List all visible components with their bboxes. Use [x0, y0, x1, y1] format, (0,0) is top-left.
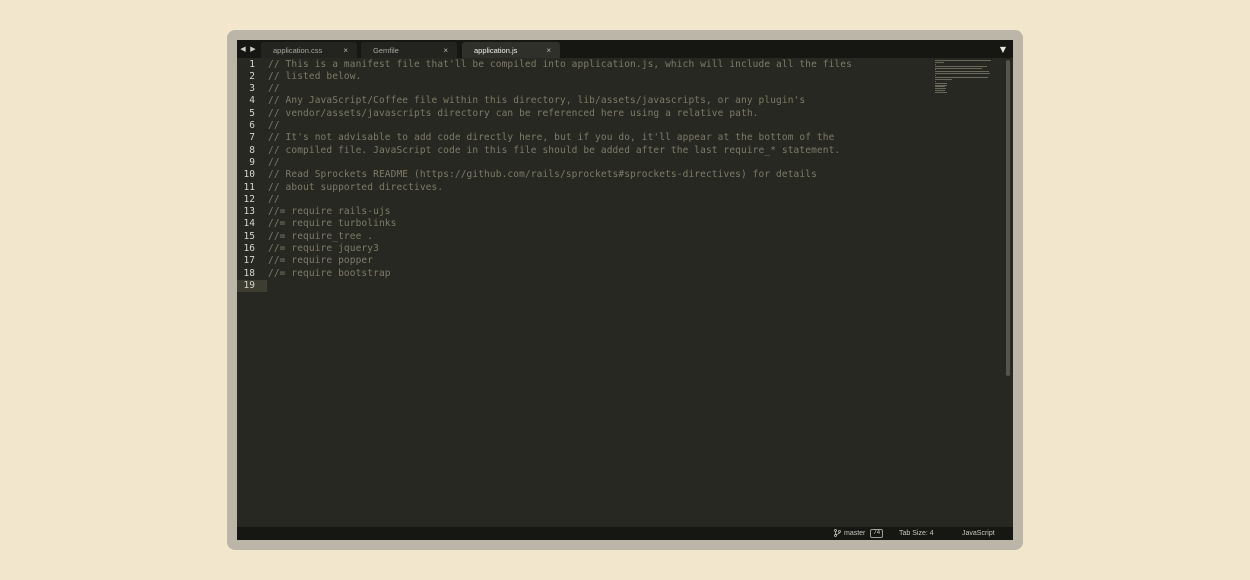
line-number: 9	[249, 156, 255, 168]
minimap-line	[935, 80, 937, 82]
minimap-line	[935, 60, 991, 61]
line-number: 1	[249, 58, 255, 70]
tab-label: application.js	[474, 45, 518, 55]
close-icon[interactable]: ×	[343, 42, 348, 58]
close-icon[interactable]: ×	[546, 42, 551, 58]
code-line[interactable]: 16 //= require jquery3	[237, 243, 937, 255]
editor-window: ◀ ▶ application.css × Gemfile × applicat…	[237, 40, 1013, 540]
minimap-line	[935, 84, 948, 86]
tab-application-css[interactable]: application.css ×	[261, 42, 357, 58]
code-line[interactable]: 14 //= require turbolinks	[237, 218, 937, 230]
line-number: 16	[243, 243, 255, 254]
code-line[interactable]: 18 //= require bootstrap	[237, 268, 937, 280]
tab-gemfile[interactable]: Gemfile ×	[361, 42, 457, 58]
code-line[interactable]: 2 // listed below.	[237, 71, 937, 83]
code-line[interactable]: 13 //= require rails-ujs	[237, 206, 937, 218]
code-line[interactable]: 19	[237, 279, 267, 293]
back-arrow-icon[interactable]: ◀	[239, 45, 247, 53]
git-branch-icon	[834, 528, 841, 539]
code-line[interactable]: 7 // It's not advisable to add code direc…	[237, 132, 937, 144]
code-line[interactable]: 3 //	[237, 83, 937, 95]
tab-bar: ◀ ▶ application.css × Gemfile × applicat…	[237, 40, 1013, 58]
code-text: //= require bootstrap	[268, 267, 391, 279]
line-number: 12	[243, 193, 255, 205]
line-number: 6	[249, 120, 255, 131]
line-number: 14	[243, 218, 255, 230]
code-line[interactable]: 15 //= require_tree .	[237, 231, 937, 243]
minimap-line	[935, 61, 944, 63]
code-line[interactable]: 9 //	[237, 157, 937, 169]
line-number: 7	[249, 132, 255, 144]
line-number: 5	[249, 107, 255, 119]
minimap-line	[935, 92, 947, 94]
line-number: 8	[249, 144, 255, 156]
code-text: //= require rails-ujs	[268, 206, 391, 218]
code-line[interactable]: 17 //= require popper	[237, 255, 937, 267]
status-bar: master 74 Tab Size: 4 JavaScript	[237, 527, 1013, 540]
minimap-line	[935, 71, 990, 73]
minimap-line	[935, 73, 990, 75]
tab-label: application.css	[273, 45, 323, 55]
tab-application-js[interactable]: application.js ×	[462, 42, 560, 58]
code-text: // It's not advisable to add code direct…	[268, 132, 835, 144]
line-number: 18	[243, 267, 255, 279]
code-editor[interactable]: 1 // This is a manifest file that'll be c…	[237, 58, 1013, 527]
git-branch-status[interactable]: master 74	[834, 527, 884, 540]
minimap-line	[935, 69, 937, 71]
line-number: 15	[243, 230, 255, 242]
line-number: 10	[243, 169, 255, 181]
line-number: 3	[249, 83, 255, 95]
code-text: // about supported directives.	[268, 181, 444, 193]
minimap-line	[935, 75, 937, 77]
minimap[interactable]	[935, 60, 993, 94]
code-line[interactable]: 4 // Any JavaScript/Coffee file within th…	[237, 95, 937, 107]
minimap-line	[935, 65, 987, 67]
code-text: //	[268, 83, 280, 95]
code-text: //= require turbolinks	[268, 218, 397, 230]
code-text: // This is a manifest file that'll be co…	[268, 58, 852, 70]
tab-nav: ◀ ▶	[239, 40, 259, 58]
code-text: //= require jquery3	[268, 243, 379, 254]
code-line[interactable]: 10 // Read Sprockets README (https://gith…	[237, 169, 937, 181]
code-line[interactable]: 5 // vendor/assets/javascripts directory …	[237, 108, 937, 120]
code-line[interactable]: 12 //	[237, 194, 937, 206]
code-text: // compiled file. JavaScript code in thi…	[268, 144, 841, 156]
forward-arrow-icon[interactable]: ▶	[249, 45, 257, 53]
code-text: // vendor/assets/javascripts directory c…	[268, 107, 759, 119]
minimap-line	[935, 90, 946, 92]
branch-badge: 74	[870, 529, 884, 538]
vertical-scrollbar[interactable]	[1006, 60, 1010, 376]
code-line[interactable]: 11 // about supported directives.	[237, 182, 937, 194]
minimap-line	[935, 67, 983, 69]
syntax-indicator[interactable]: JavaScript	[962, 527, 995, 540]
minimap-line	[935, 86, 946, 88]
line-number: 17	[243, 255, 255, 267]
code-line[interactable]: 1 // This is a manifest file that'll be c…	[237, 59, 937, 71]
tab-label: Gemfile	[373, 45, 399, 55]
line-number: 4	[249, 95, 255, 107]
minimap-line	[935, 82, 947, 84]
line-number: 2	[249, 70, 255, 82]
minimap-line	[935, 78, 952, 80]
close-icon[interactable]: ×	[443, 42, 448, 58]
code-line[interactable]: 8 // compiled file. JavaScript code in th…	[237, 145, 937, 157]
minimap-line	[935, 88, 946, 90]
line-number: 19	[243, 279, 255, 291]
dropdown-icon[interactable]: ▼	[1000, 40, 1006, 58]
line-number: 13	[243, 206, 255, 218]
code-text: // Any JavaScript/Coffee file within thi…	[268, 95, 806, 107]
minimap-line	[935, 63, 937, 65]
code-text: //	[268, 120, 280, 131]
code-text: //= require popper	[268, 255, 374, 267]
line-number: 11	[243, 181, 255, 193]
code-text: //	[268, 156, 280, 168]
code-text: // Read Sprockets README (https://github…	[268, 169, 817, 181]
minimap-line	[935, 77, 988, 79]
branch-name: master	[844, 530, 866, 537]
code-text: //	[268, 193, 280, 205]
code-line[interactable]: 6 //	[237, 120, 937, 132]
tab-size-indicator[interactable]: Tab Size: 4	[899, 527, 934, 540]
code-text: // listed below.	[268, 70, 362, 82]
code-text: //= require_tree .	[268, 230, 374, 242]
